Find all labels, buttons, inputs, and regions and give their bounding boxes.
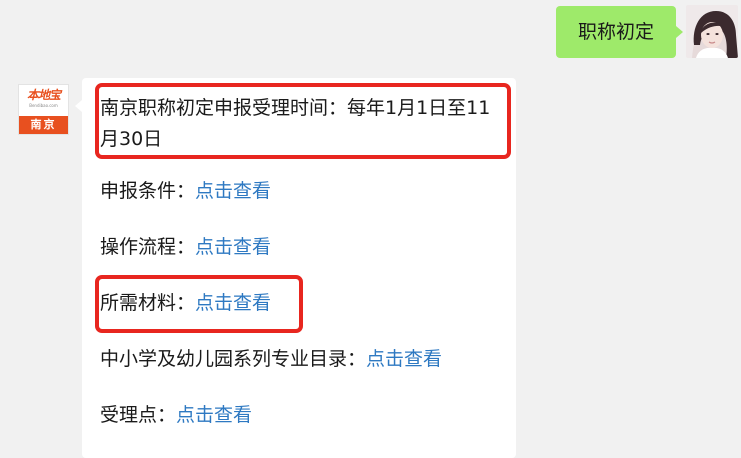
reply-item-label: 中小学及幼儿园系列专业目录： (100, 348, 367, 370)
reply-item-label: 操作流程： (100, 236, 196, 258)
bot-avatar[interactable]: 本地宝 Bendibao.com 南京 (18, 84, 69, 135)
logo-city-band: 南京 (19, 116, 68, 134)
reply-item-label: 申报条件： (100, 180, 196, 202)
highlight-box-time (95, 83, 511, 159)
bendibao-logo-icon: 本地宝 Bendibao.com (19, 87, 68, 111)
highlight-box-materials (95, 275, 303, 333)
logo-url-text: Bendibao.com (29, 103, 58, 108)
user-message-text: 职称初定 (577, 21, 654, 43)
view-conditions-link[interactable]: 点击查看 (195, 180, 271, 202)
user-photo-avatar-icon (686, 5, 738, 58)
reply-item-label: 受理点： (100, 404, 177, 426)
reply-item-office: 受理点：点击查看 (100, 402, 252, 428)
reply-item-catalog: 中小学及幼儿园系列专业目录：点击查看 (100, 346, 442, 372)
view-process-link[interactable]: 点击查看 (195, 236, 271, 258)
user-message-bubble: 职称初定 (556, 6, 683, 58)
reply-item-conditions: 申报条件：点击查看 (100, 178, 271, 204)
view-office-link[interactable]: 点击查看 (176, 404, 252, 426)
reply-item-process: 操作流程：点击查看 (100, 234, 271, 260)
logo-brand-text: 本地宝 (26, 88, 61, 102)
view-catalog-link[interactable]: 点击查看 (366, 348, 442, 370)
user-avatar[interactable] (686, 5, 738, 58)
